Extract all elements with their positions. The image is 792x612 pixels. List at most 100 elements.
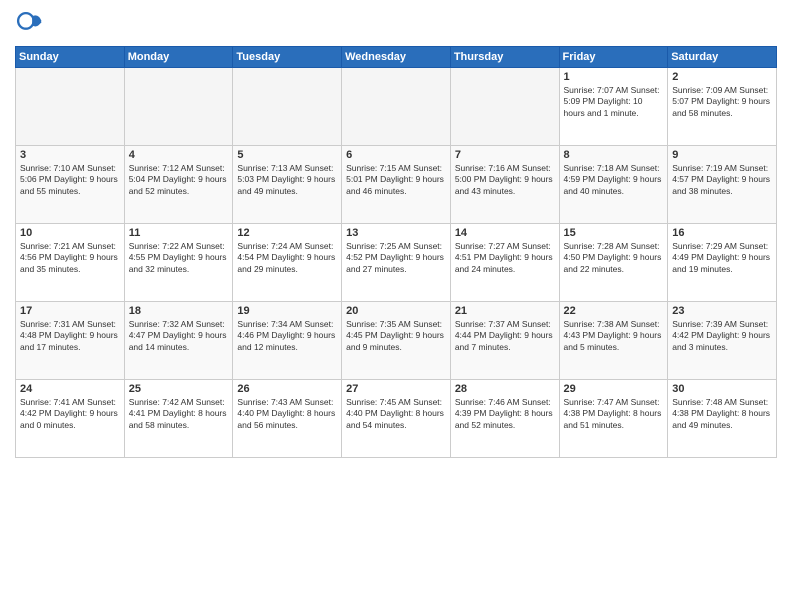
calendar-cell: 16 Sunrise: 7:29 AM Sunset: 4:49 PM Dayli… [668,224,777,302]
day-number: 29 [564,383,664,395]
calendar-cell: 2 Sunrise: 7:09 AM Sunset: 5:07 PM Daylig… [668,68,777,146]
day-info: Sunrise: 7:48 AM Sunset: 4:38 PM Dayligh… [672,397,772,431]
day-info: Sunrise: 7:31 AM Sunset: 4:48 PM Dayligh… [20,319,120,353]
calendar-cell: 1 Sunrise: 7:07 AM Sunset: 5:09 PM Daylig… [559,68,668,146]
day-number: 19 [237,305,337,317]
day-info: Sunrise: 7:19 AM Sunset: 4:57 PM Dayligh… [672,163,772,197]
col-header-thursday: Thursday [450,47,559,68]
calendar-cell: 12 Sunrise: 7:24 AM Sunset: 4:54 PM Dayli… [233,224,342,302]
day-info: Sunrise: 7:35 AM Sunset: 4:45 PM Dayligh… [346,319,446,353]
calendar-cell: 13 Sunrise: 7:25 AM Sunset: 4:52 PM Dayli… [342,224,451,302]
calendar-table: SundayMondayTuesdayWednesdayThursdayFrid… [15,46,777,458]
calendar-cell: 9 Sunrise: 7:19 AM Sunset: 4:57 PM Daylig… [668,146,777,224]
calendar-cell: 29 Sunrise: 7:47 AM Sunset: 4:38 PM Dayli… [559,380,668,458]
day-number: 13 [346,227,446,239]
calendar-cell: 10 Sunrise: 7:21 AM Sunset: 4:56 PM Dayli… [16,224,125,302]
day-info: Sunrise: 7:09 AM Sunset: 5:07 PM Dayligh… [672,85,772,119]
day-info: Sunrise: 7:37 AM Sunset: 4:44 PM Dayligh… [455,319,555,353]
col-header-friday: Friday [559,47,668,68]
calendar-cell: 7 Sunrise: 7:16 AM Sunset: 5:00 PM Daylig… [450,146,559,224]
calendar-cell: 19 Sunrise: 7:34 AM Sunset: 4:46 PM Dayli… [233,302,342,380]
day-info: Sunrise: 7:18 AM Sunset: 4:59 PM Dayligh… [564,163,664,197]
day-number: 8 [564,149,664,161]
day-info: Sunrise: 7:43 AM Sunset: 4:40 PM Dayligh… [237,397,337,431]
day-number: 22 [564,305,664,317]
logo [15,10,47,38]
day-number: 3 [20,149,120,161]
calendar-cell [342,68,451,146]
calendar-cell: 18Sunrise: 7:32 AM Sunset: 4:47 PM Dayli… [124,302,233,380]
day-number: 28 [455,383,555,395]
calendar-cell: 26 Sunrise: 7:43 AM Sunset: 4:40 PM Dayli… [233,380,342,458]
calendar-cell: 6 Sunrise: 7:15 AM Sunset: 5:01 PM Daylig… [342,146,451,224]
col-header-saturday: Saturday [668,47,777,68]
day-number: 6 [346,149,446,161]
day-number: 15 [564,227,664,239]
day-number: 20 [346,305,446,317]
day-number: 7 [455,149,555,161]
calendar-cell: 30Sunrise: 7:48 AM Sunset: 4:38 PM Dayli… [668,380,777,458]
week-row-3: 10 Sunrise: 7:21 AM Sunset: 4:56 PM Dayli… [16,224,777,302]
day-number: 10 [20,227,120,239]
calendar-cell: 21 Sunrise: 7:37 AM Sunset: 4:44 PM Dayli… [450,302,559,380]
day-info: Sunrise: 7:34 AM Sunset: 4:46 PM Dayligh… [237,319,337,353]
day-number: 5 [237,149,337,161]
logo-icon [15,10,43,38]
calendar-cell: 22Sunrise: 7:38 AM Sunset: 4:43 PM Dayli… [559,302,668,380]
col-header-monday: Monday [124,47,233,68]
calendar-cell: 25 Sunrise: 7:42 AM Sunset: 4:41 PM Dayli… [124,380,233,458]
calendar-cell: 23 Sunrise: 7:39 AM Sunset: 4:42 PM Dayli… [668,302,777,380]
day-number: 27 [346,383,446,395]
day-number: 9 [672,149,772,161]
calendar-cell: 11 Sunrise: 7:22 AM Sunset: 4:55 PM Dayli… [124,224,233,302]
day-number: 24 [20,383,120,395]
col-header-wednesday: Wednesday [342,47,451,68]
day-number: 23 [672,305,772,317]
col-header-tuesday: Tuesday [233,47,342,68]
day-number: 1 [564,71,664,83]
day-number: 16 [672,227,772,239]
day-info: Sunrise: 7:28 AM Sunset: 4:50 PM Dayligh… [564,241,664,275]
day-info: Sunrise: 7:29 AM Sunset: 4:49 PM Dayligh… [672,241,772,275]
calendar-cell [124,68,233,146]
calendar-cell: 5 Sunrise: 7:13 AM Sunset: 5:03 PM Daylig… [233,146,342,224]
week-row-1: 1 Sunrise: 7:07 AM Sunset: 5:09 PM Daylig… [16,68,777,146]
day-info: Sunrise: 7:12 AM Sunset: 5:04 PM Dayligh… [129,163,229,197]
day-info: Sunrise: 7:45 AM Sunset: 4:40 PM Dayligh… [346,397,446,431]
col-header-sunday: Sunday [16,47,125,68]
week-row-2: 3 Sunrise: 7:10 AM Sunset: 5:06 PM Daylig… [16,146,777,224]
calendar-cell [16,68,125,146]
day-info: Sunrise: 7:16 AM Sunset: 5:00 PM Dayligh… [455,163,555,197]
day-info: Sunrise: 7:13 AM Sunset: 5:03 PM Dayligh… [237,163,337,197]
day-info: Sunrise: 7:39 AM Sunset: 4:42 PM Dayligh… [672,319,772,353]
day-number: 12 [237,227,337,239]
day-info: Sunrise: 7:10 AM Sunset: 5:06 PM Dayligh… [20,163,120,197]
day-info: Sunrise: 7:47 AM Sunset: 4:38 PM Dayligh… [564,397,664,431]
calendar-cell: 3 Sunrise: 7:10 AM Sunset: 5:06 PM Daylig… [16,146,125,224]
day-number: 18 [129,305,229,317]
day-number: 26 [237,383,337,395]
day-info: Sunrise: 7:25 AM Sunset: 4:52 PM Dayligh… [346,241,446,275]
week-row-4: 17 Sunrise: 7:31 AM Sunset: 4:48 PM Dayli… [16,302,777,380]
day-number: 14 [455,227,555,239]
day-number: 25 [129,383,229,395]
calendar-cell: 28 Sunrise: 7:46 AM Sunset: 4:39 PM Dayli… [450,380,559,458]
day-number: 17 [20,305,120,317]
calendar-cell [450,68,559,146]
day-number: 4 [129,149,229,161]
day-number: 11 [129,227,229,239]
day-number: 2 [672,71,772,83]
day-info: Sunrise: 7:07 AM Sunset: 5:09 PM Dayligh… [564,85,664,119]
week-row-5: 24Sunrise: 7:41 AM Sunset: 4:42 PM Dayli… [16,380,777,458]
day-info: Sunrise: 7:27 AM Sunset: 4:51 PM Dayligh… [455,241,555,275]
calendar-cell: 15 Sunrise: 7:28 AM Sunset: 4:50 PM Dayli… [559,224,668,302]
day-info: Sunrise: 7:22 AM Sunset: 4:55 PM Dayligh… [129,241,229,275]
day-info: Sunrise: 7:24 AM Sunset: 4:54 PM Dayligh… [237,241,337,275]
day-info: Sunrise: 7:21 AM Sunset: 4:56 PM Dayligh… [20,241,120,275]
calendar-cell: 24Sunrise: 7:41 AM Sunset: 4:42 PM Dayli… [16,380,125,458]
day-number: 21 [455,305,555,317]
day-info: Sunrise: 7:15 AM Sunset: 5:01 PM Dayligh… [346,163,446,197]
day-info: Sunrise: 7:42 AM Sunset: 4:41 PM Dayligh… [129,397,229,431]
calendar-cell: 14 Sunrise: 7:27 AM Sunset: 4:51 PM Dayli… [450,224,559,302]
day-info: Sunrise: 7:46 AM Sunset: 4:39 PM Dayligh… [455,397,555,431]
